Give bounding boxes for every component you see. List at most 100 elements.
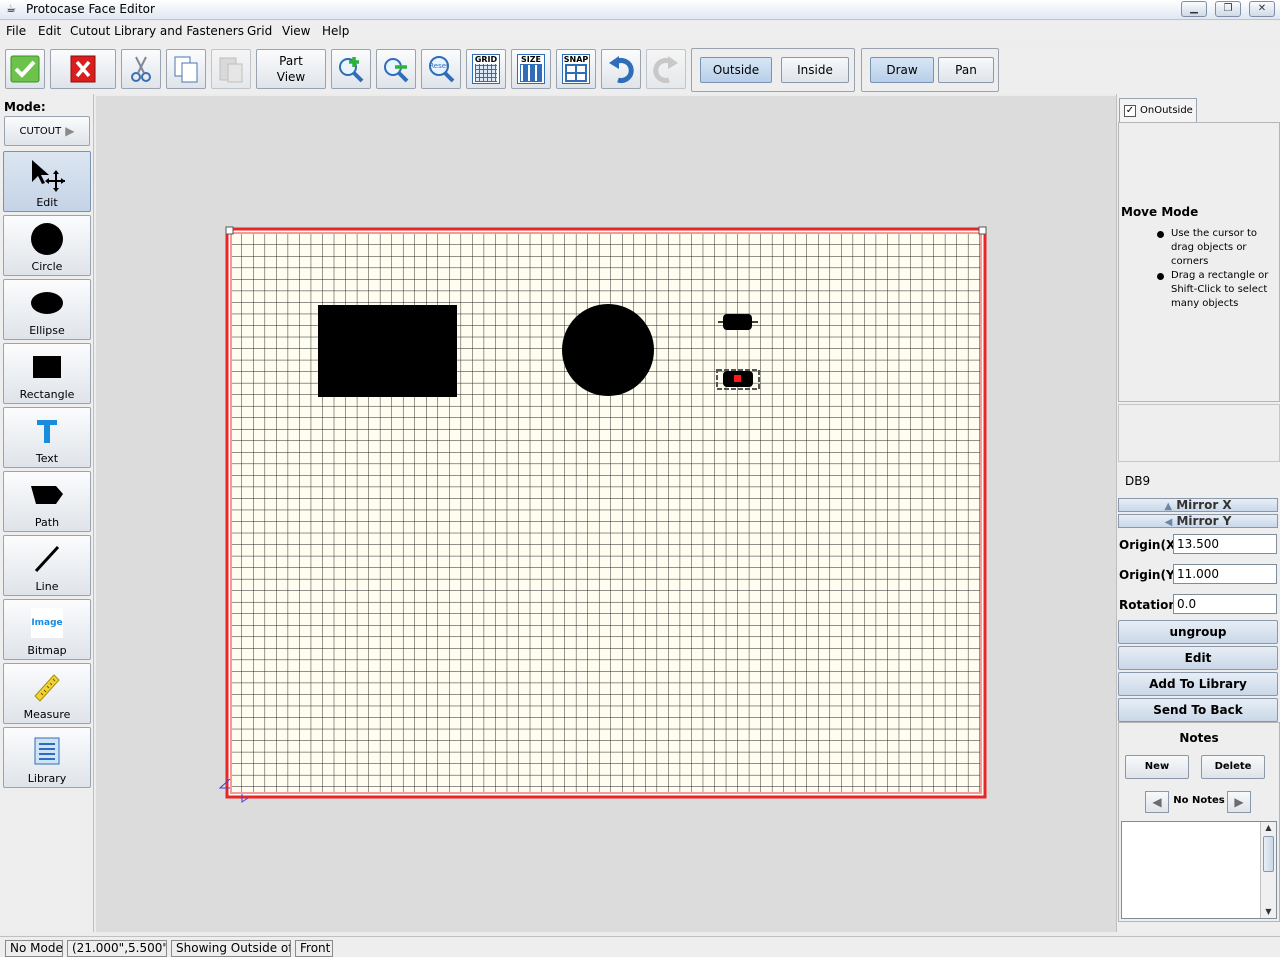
tool-measure[interactable]: Measure — [3, 663, 91, 724]
menu-file[interactable]: File — [6, 24, 26, 38]
tool-label-line: Line — [35, 580, 59, 593]
red-x-icon — [70, 55, 96, 83]
ungroup-button[interactable]: ungroup — [1118, 620, 1278, 644]
status-coordinates: (21.000",5.500") — [67, 940, 167, 957]
grid-size-button[interactable]: SIZE — [511, 49, 551, 89]
play-arrow-icon: ▶ — [65, 124, 75, 138]
undo-button[interactable] — [601, 49, 641, 89]
menu-edit[interactable]: Edit — [38, 24, 61, 38]
tool-panel: Mode: CUTOUT ▶ Edit Circle Ellipse Recta… — [0, 94, 94, 932]
close-window-button[interactable]: ✕ — [1249, 1, 1275, 17]
menu-help[interactable]: Help — [322, 24, 349, 38]
tool-library[interactable]: Library — [3, 727, 91, 788]
status-face: Front — [295, 940, 333, 957]
origin-x-input[interactable] — [1173, 534, 1277, 554]
notes-panel: Notes New Delete ◀ No Notes ▶ ▲ ▼ — [1118, 722, 1280, 922]
edit-part-button[interactable]: Edit — [1118, 646, 1278, 670]
tool-bitmap[interactable]: Image Bitmap — [3, 599, 91, 660]
rectangle-cutout[interactable] — [318, 305, 457, 397]
mode-value: CUTOUT — [19, 125, 62, 137]
notes-textarea[interactable]: ▲ ▼ — [1121, 821, 1277, 919]
paste-button[interactable] — [211, 49, 251, 89]
cancel-button[interactable] — [50, 49, 116, 89]
part-view-button[interactable]: Part View — [256, 49, 326, 89]
corner-handle-tl[interactable] — [225, 226, 234, 235]
tab-label: OnOutside — [1140, 105, 1193, 116]
reset-icon-text: Reset — [429, 62, 449, 70]
bullet-icon — [1157, 231, 1164, 238]
redo-button[interactable] — [646, 49, 686, 89]
grid-toggle-button[interactable]: GRID — [466, 49, 506, 89]
zoom-out-button[interactable] — [376, 49, 416, 89]
ellipse-icon — [31, 292, 63, 314]
preview-box — [1118, 404, 1280, 462]
zoom-in-icon — [339, 57, 364, 83]
menu-grid[interactable]: Grid — [247, 24, 272, 38]
corner-handle-tr[interactable] — [978, 226, 987, 235]
tool-label-ellipse: Ellipse — [29, 324, 65, 337]
help-item: Use the cursor to drag objects or corner… — [1157, 227, 1277, 269]
tool-text[interactable]: Text — [3, 407, 91, 468]
rotation-label: Rotation — [1119, 598, 1177, 612]
tool-line[interactable]: Line — [3, 535, 91, 596]
scroll-thumb[interactable] — [1263, 836, 1274, 872]
ruler-icon — [34, 674, 60, 702]
circle-icon — [31, 223, 63, 255]
menu-view[interactable]: View — [282, 24, 310, 38]
new-note-button[interactable]: New — [1125, 755, 1189, 779]
menu-cutout-library[interactable]: Cutout Library and Fasteners — [70, 24, 244, 38]
zoom-in-button[interactable] — [331, 49, 371, 89]
copy-button[interactable] — [166, 49, 206, 89]
tool-circle[interactable]: Circle — [3, 215, 91, 276]
accept-button[interactable] — [5, 49, 45, 89]
scissors-icon — [131, 56, 151, 82]
outside-toggle[interactable]: Outside — [700, 57, 772, 83]
scroll-up-arrow-icon[interactable]: ▲ — [1261, 822, 1276, 834]
circle-cutout[interactable] — [562, 304, 654, 396]
zoom-out-icon — [384, 58, 409, 83]
add-to-library-button[interactable]: Add To Library — [1118, 672, 1278, 696]
redo-icon — [653, 56, 678, 83]
snap-toggle-button[interactable]: SNAP — [556, 49, 596, 89]
size-icon: SIZE — [517, 54, 545, 84]
tool-ellipse[interactable]: Ellipse — [3, 279, 91, 340]
tool-rectangle[interactable]: Rectangle — [3, 343, 91, 404]
drawing-canvas[interactable] — [96, 96, 1116, 932]
tool-label-library: Library — [27, 772, 67, 785]
previous-note-button[interactable]: ◀ — [1145, 791, 1169, 813]
image-icon: Image — [31, 608, 63, 638]
maximize-button[interactable]: ❐ — [1215, 1, 1241, 17]
menu-bar: File Edit Cutout Library and Fasteners G… — [0, 21, 1280, 43]
mirror-y-button[interactable]: ◀ Mirror Y — [1118, 514, 1278, 528]
mode-selector[interactable]: CUTOUT ▶ — [4, 116, 90, 146]
tool-edit[interactable]: Edit — [3, 151, 91, 212]
cut-button[interactable] — [121, 49, 161, 89]
onoutside-checkbox[interactable]: ✓ — [1124, 104, 1136, 117]
tool-label-path: Path — [34, 516, 60, 529]
delete-note-button[interactable]: Delete — [1201, 755, 1265, 779]
next-note-button[interactable]: ▶ — [1227, 791, 1251, 813]
scroll-down-arrow-icon[interactable]: ▼ — [1261, 906, 1276, 918]
mirror-x-button[interactable]: ▲ Mirror X — [1118, 498, 1278, 512]
tool-path[interactable]: Path — [3, 471, 91, 532]
status-bar: No Mode (21.000",5.500") Showing Outside… — [0, 936, 1280, 957]
face-drawing[interactable] — [96, 96, 1116, 932]
bullet-icon — [1157, 273, 1164, 280]
origin-y-row: Origin(Y) — [1119, 564, 1279, 586]
minimize-button[interactable]: ▁ — [1181, 1, 1207, 17]
draw-toggle[interactable]: Draw — [870, 57, 934, 83]
zoom-reset-button[interactable]: Reset — [421, 49, 461, 89]
send-to-back-button[interactable]: Send To Back — [1118, 698, 1278, 722]
origin-y-input[interactable] — [1173, 564, 1277, 584]
notes-scrollbar[interactable]: ▲ ▼ — [1260, 822, 1276, 918]
grid-icon: GRID — [472, 54, 500, 84]
properties-panel: ✓ OnOutside Move Mode Use the cursor to … — [1116, 94, 1280, 932]
notes-status: No Notes — [1173, 795, 1225, 806]
inside-toggle[interactable]: Inside — [781, 57, 849, 83]
help-list: Use the cursor to drag objects or corner… — [1157, 227, 1277, 311]
rotation-input[interactable] — [1173, 594, 1277, 614]
move-cursor-icon — [32, 160, 65, 192]
size-icon-text: SIZE — [520, 55, 541, 64]
tab-onoutside[interactable]: ✓ OnOutside — [1119, 98, 1197, 122]
pan-toggle[interactable]: Pan — [938, 57, 994, 83]
